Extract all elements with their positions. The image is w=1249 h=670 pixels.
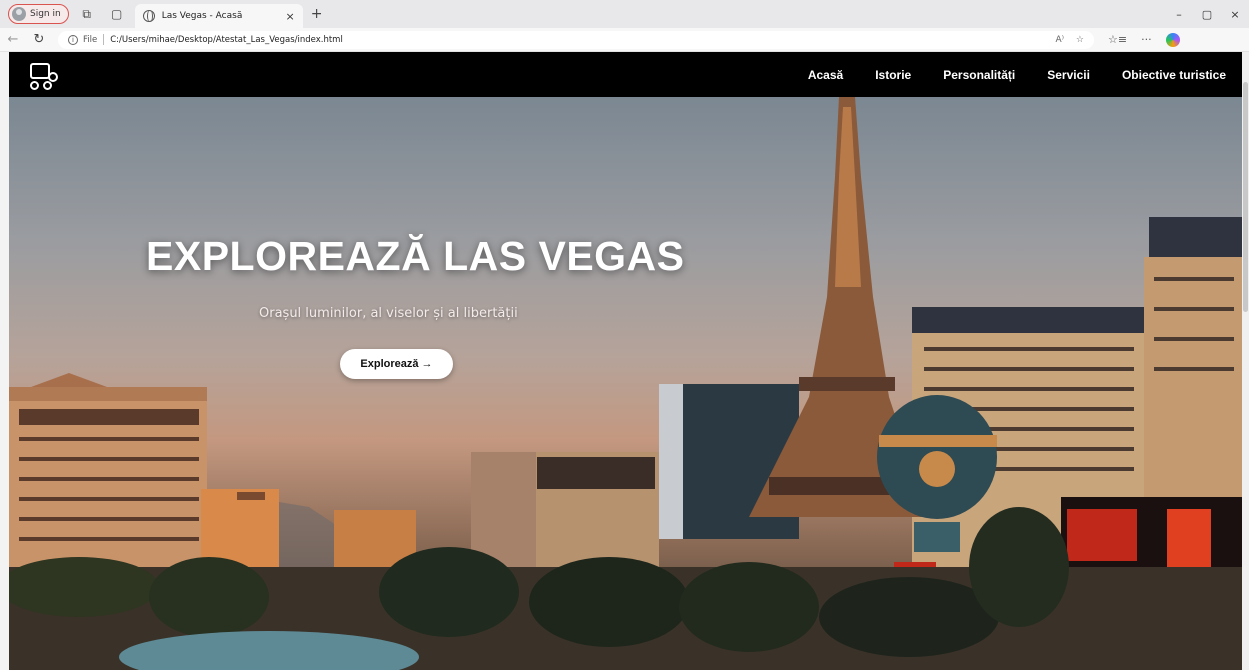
browser-tab-bar: Sign in ⧉ ▢ Las Vegas - Acasă × + – ▢ × bbox=[0, 0, 1249, 28]
nav-item-obiective-turistice[interactable]: Obiective turistice bbox=[1122, 68, 1226, 82]
las-vegas-skyline-image bbox=[9, 97, 1242, 670]
hero-section: EXPLOREAZĂ LAS VEGAS Orașul luminilor, a… bbox=[9, 97, 1242, 670]
info-icon[interactable]: i bbox=[68, 34, 78, 45]
globe-icon bbox=[142, 10, 155, 22]
page-scrollbar[interactable] bbox=[1242, 52, 1249, 670]
scrollbar-thumb[interactable] bbox=[1243, 82, 1248, 312]
collections-icon[interactable]: ☆≡ bbox=[1108, 33, 1127, 46]
logo-chip-shape bbox=[48, 71, 58, 82]
new-tab-button[interactable]: + bbox=[311, 6, 323, 22]
tab-close-icon[interactable]: × bbox=[285, 10, 294, 23]
url-scheme-label: File bbox=[83, 34, 98, 45]
workspaces-icon[interactable]: ⧉ bbox=[75, 2, 99, 26]
window-controls: – ▢ × bbox=[1165, 0, 1249, 28]
page-viewport: Acasă Istorie Personalități Servicii Obi… bbox=[9, 52, 1242, 670]
refresh-icon[interactable]: ↻ bbox=[26, 32, 52, 47]
nav-item-personalitati[interactable]: Personalități bbox=[943, 68, 1015, 82]
logo-wheel-shape bbox=[43, 80, 52, 90]
url-field[interactable]: i File C:/Users/mihae/Desktop/Atestat_La… bbox=[58, 30, 1094, 49]
url-divider bbox=[103, 34, 105, 45]
main-menu: Acasă Istorie Personalități Servicii Obi… bbox=[776, 68, 1226, 82]
copilot-icon[interactable] bbox=[1165, 32, 1180, 47]
back-icon[interactable]: ← bbox=[0, 32, 26, 47]
profile-icon bbox=[12, 7, 26, 21]
url-text: C:/Users/mihae/Desktop/Atestat_Las_Vegas… bbox=[110, 34, 343, 45]
nav-item-acasa[interactable]: Acasă bbox=[808, 68, 843, 82]
explore-button[interactable]: Explorează → bbox=[340, 349, 453, 379]
signin-button[interactable]: Sign in bbox=[8, 4, 69, 24]
hero-title: EXPLOREAZĂ LAS VEGAS bbox=[146, 233, 685, 279]
logo-wheel-shape bbox=[30, 80, 39, 90]
nav-item-istorie[interactable]: Istorie bbox=[875, 68, 911, 82]
read-aloud-icon[interactable]: A⁾ bbox=[1056, 35, 1064, 45]
site-navbar: Acasă Istorie Personalități Servicii Obi… bbox=[9, 52, 1242, 97]
hero-subtitle: Orașul luminilor, al viselor și al liber… bbox=[259, 306, 518, 321]
favorite-icon[interactable]: ☆ bbox=[1076, 35, 1084, 45]
close-window-button[interactable]: × bbox=[1221, 8, 1249, 21]
tab-las-vegas[interactable]: Las Vegas - Acasă × bbox=[134, 4, 303, 28]
tab-title: Las Vegas - Acasă bbox=[161, 11, 243, 21]
logo-box-shape bbox=[30, 62, 50, 79]
signin-label: Sign in bbox=[30, 9, 61, 19]
tab-actions-icon[interactable]: ▢ bbox=[105, 2, 129, 26]
address-toolbar: ← ↻ i File C:/Users/mihae/Desktop/Atesta… bbox=[0, 28, 1249, 52]
nav-item-servicii[interactable]: Servicii bbox=[1047, 68, 1090, 82]
maximize-button[interactable]: ▢ bbox=[1193, 8, 1221, 21]
site-logo[interactable] bbox=[26, 60, 58, 90]
more-icon[interactable]: ··· bbox=[1141, 33, 1152, 46]
minimize-button[interactable]: – bbox=[1165, 8, 1193, 21]
